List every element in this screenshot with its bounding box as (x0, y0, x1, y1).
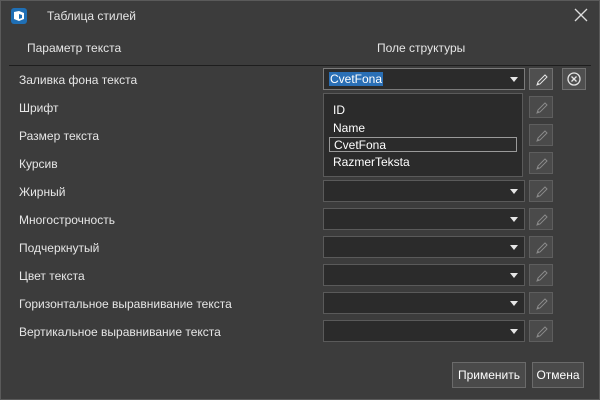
pencil-icon (536, 102, 548, 114)
chevron-down-icon[interactable] (510, 77, 518, 82)
chevron-down-icon[interactable] (510, 329, 518, 334)
row-label: Шрифт (19, 101, 59, 115)
chevron-down-icon[interactable] (510, 301, 518, 306)
chevron-down-icon[interactable] (510, 217, 518, 222)
dropdown-option[interactable]: RazmerTeksta (329, 155, 517, 170)
structure-field-select[interactable] (323, 208, 525, 230)
clear-button[interactable] (562, 68, 586, 90)
row-label: Жирный (19, 185, 66, 199)
row-label: Размер текста (19, 129, 100, 143)
pencil-icon (536, 74, 548, 86)
chevron-down-icon[interactable] (510, 273, 518, 278)
edit-button[interactable] (529, 320, 553, 342)
style-table-dialog: Таблица стилей Параметр текста Поле стру… (0, 0, 600, 400)
row-label: Горизонтальное выравнивание текста (19, 297, 232, 311)
structure-field-select[interactable] (323, 264, 525, 286)
dropdown-option[interactable]: Name (329, 121, 517, 136)
edit-button[interactable] (529, 264, 553, 286)
apply-button[interactable]: Применить (452, 362, 526, 388)
column-header-param: Параметр текста (27, 41, 122, 55)
edit-button[interactable] (529, 68, 553, 90)
close-icon[interactable] (571, 5, 591, 25)
cancel-button[interactable]: Отмена (532, 362, 584, 388)
pencil-icon (536, 130, 548, 142)
row-label: Вертикальное выравнивание текста (19, 325, 221, 339)
structure-field-select[interactable] (323, 320, 525, 342)
title-bar: Таблица стилей (1, 1, 599, 31)
dialog-title: Таблица стилей (47, 9, 136, 23)
clear-circle-icon (567, 72, 581, 86)
row-label: Заливка фона текста (19, 73, 138, 87)
structure-field-select[interactable]: CvetFona (323, 68, 525, 90)
chevron-down-icon[interactable] (510, 245, 518, 250)
edit-button[interactable] (529, 96, 553, 118)
row-label: Курсив (19, 157, 58, 171)
row-label: Многострочность (19, 213, 115, 227)
edit-button[interactable] (529, 180, 553, 202)
pencil-icon (536, 298, 548, 310)
pencil-icon (536, 326, 548, 338)
structure-field-select[interactable] (323, 292, 525, 314)
dropdown-option[interactable]: ID (329, 103, 517, 118)
pencil-icon (536, 270, 548, 282)
edit-button[interactable] (529, 152, 553, 174)
edit-button[interactable] (529, 292, 553, 314)
pencil-icon (536, 214, 548, 226)
pencil-icon (536, 158, 548, 170)
field-dropdown-list: ID Name CvetFona RazmerTeksta (323, 93, 523, 177)
dropdown-option-selected[interactable]: CvetFona (329, 137, 517, 152)
app-logo-icon (11, 8, 27, 24)
edit-button[interactable] (529, 124, 553, 146)
structure-field-select[interactable] (323, 236, 525, 258)
structure-field-select[interactable] (323, 180, 525, 202)
column-header-field: Поле структуры (377, 41, 466, 55)
selected-value: CvetFona (329, 72, 384, 86)
chevron-down-icon[interactable] (510, 189, 518, 194)
edit-button[interactable] (529, 236, 553, 258)
header-divider (9, 65, 591, 66)
pencil-icon (536, 242, 548, 254)
row-label: Цвет текста (19, 269, 85, 283)
pencil-icon (536, 186, 548, 198)
row-label: Подчеркнутый (19, 241, 100, 255)
edit-button[interactable] (529, 208, 553, 230)
